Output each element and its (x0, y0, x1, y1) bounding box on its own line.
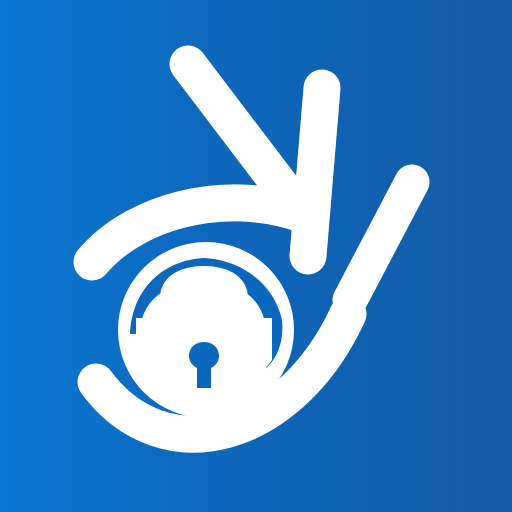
ring-finger (332, 164, 430, 318)
app-icon (0, 0, 512, 512)
ok-hand-lock-icon (73, 45, 430, 453)
middle-finger (289, 69, 341, 275)
